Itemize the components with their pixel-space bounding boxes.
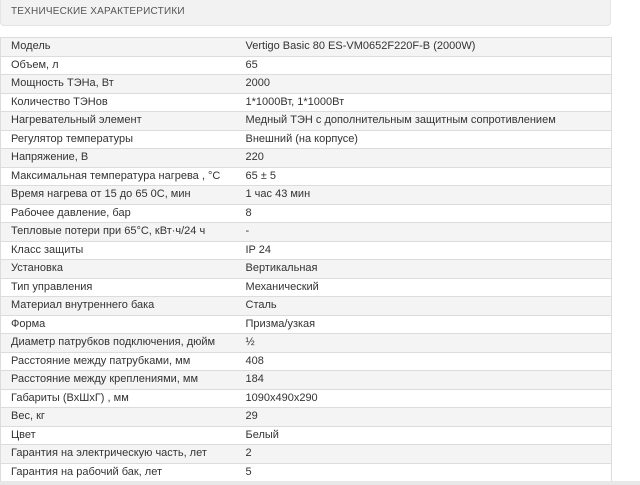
spec-name: Количество ТЭНов: [0, 92, 234, 112]
specifications-table: Модель Vertigo Basic 80 ES-VM0652F220F-B …: [0, 37, 612, 482]
spec-name: Время нагрева от 15 до 65 0С, мин: [0, 185, 234, 205]
spec-name: Расстояние между креплениями, мм: [0, 370, 234, 390]
spec-name: Установка: [0, 259, 234, 279]
spec-name: Модель: [0, 37, 234, 57]
spec-name: Расстояние между патрубками, мм: [0, 351, 234, 371]
spec-name: Нагревательный элемент: [0, 111, 234, 131]
spec-value: ½: [233, 333, 612, 353]
spec-value: Белый: [233, 425, 612, 445]
table-row: Тепловые потери при 65°C, кВт·ч/24 ч-: [0, 222, 612, 242]
specifications-body: Модель Vertigo Basic 80 ES-VM0652F220F-B …: [0, 37, 612, 482]
spec-value: IP 24: [233, 240, 612, 260]
table-row: Цвет Белый: [0, 425, 612, 445]
spec-name: Мощность ТЭНа, Вт: [0, 74, 234, 94]
table-row: Габариты (ВхШхГ) , мм 1090х490х290: [0, 388, 612, 408]
table-row: Диаметр патрубков подключения, дюйм ½: [0, 333, 612, 353]
bottom-border: [0, 481, 640, 485]
table-row: Рабочее давление, бар 8: [0, 203, 612, 223]
section-header: ТЕХНИЧЕСКИЕ ХАРАКТЕРИСТИКИ: [0, 0, 611, 26]
table-row: Объем, л 65: [0, 55, 612, 75]
spec-value: 2000: [233, 74, 612, 94]
spec-value: 220: [233, 148, 612, 168]
spec-name: Вес, кг: [0, 407, 234, 427]
table-row: Модель Vertigo Basic 80 ES-VM0652F220F-B …: [0, 37, 612, 57]
spec-value: Медный ТЭН с дополнительным защитным соп…: [233, 111, 612, 131]
table-row: Время нагрева от 15 до 65 0С, мин 1 час 4…: [0, 185, 612, 205]
table-row: Расстояние между патрубками, мм 408: [0, 351, 612, 371]
spec-value: Призма/узкая: [233, 314, 612, 334]
spec-value: Вертикальная: [233, 259, 612, 279]
table-row: Максимальная температура нагрева , °C 65 …: [0, 166, 612, 186]
spec-value: Механический: [233, 277, 612, 297]
section-title: ТЕХНИЧЕСКИЕ ХАРАКТЕРИСТИКИ: [11, 6, 185, 17]
table-row: Тип управления Механический: [0, 277, 612, 297]
spec-name: Гарантия на рабочий бак, лет: [0, 462, 234, 482]
spec-name: Диаметр патрубков подключения, дюйм: [0, 333, 234, 353]
table-row: Вес, кг 29: [0, 407, 612, 427]
table-row: Установка Вертикальная: [0, 259, 612, 279]
table-row: Нагревательный элемент Медный ТЭН с допол…: [0, 111, 612, 131]
table-row: Мощность ТЭНа, Вт 2000: [0, 74, 612, 94]
spec-value: 2: [233, 444, 612, 464]
table-row: Гарантия на рабочий бак, лет 5: [0, 462, 612, 482]
spec-value: 1090х490х290: [233, 388, 612, 408]
spec-name: Объем, л: [0, 55, 234, 75]
spec-name: Напряжение, В: [0, 148, 234, 168]
table-row: Форма Призма/узкая: [0, 314, 612, 334]
spec-value: 408: [233, 351, 612, 371]
spec-name: Тип управления: [0, 277, 234, 297]
spec-name: Класс защиты: [0, 240, 234, 260]
spec-value: 65: [233, 55, 612, 75]
spec-name: Материал внутреннего бака: [0, 296, 234, 316]
spec-name: Цвет: [0, 425, 234, 445]
table-row: Напряжение, В 220: [0, 148, 612, 168]
spec-value: 1 час 43 мин: [233, 185, 612, 205]
spec-name: Максимальная температура нагрева , °C: [0, 166, 234, 186]
spec-value: 184: [233, 370, 612, 390]
spec-name: Рабочее давление, бар: [0, 203, 234, 223]
table-row: Количество ТЭНов 1*1000Вт, 1*1000Вт: [0, 92, 612, 112]
spec-value: 65 ± 5: [233, 166, 612, 186]
table-row: Расстояние между креплениями, мм 184: [0, 370, 612, 390]
spec-value: 8: [233, 203, 612, 223]
table-row: Гарантия на электрическую часть, лет 2: [0, 444, 612, 464]
table-row: Класс защиты IP 24: [0, 240, 612, 260]
spec-value: 1*1000Вт, 1*1000Вт: [233, 92, 612, 112]
spec-value: Vertigo Basic 80 ES-VM0652F220F-B (2000W…: [233, 37, 612, 57]
spec-value: -: [233, 222, 612, 242]
spec-value: 29: [233, 407, 612, 427]
spec-name: Регулятор температуры: [0, 129, 234, 149]
spec-value: Внешний (на корпусе): [233, 129, 612, 149]
table-row: Регулятор температуры Внешний (на корпусе…: [0, 129, 612, 149]
spec-name: Габариты (ВхШхГ) , мм: [0, 388, 234, 408]
spec-name: Тепловые потери при 65°C, кВт·ч/24 ч: [0, 222, 234, 242]
spec-name: Форма: [0, 314, 234, 334]
spec-value: Сталь: [233, 296, 612, 316]
spec-name: Гарантия на электрическую часть, лет: [0, 444, 234, 464]
spec-value: 5: [233, 462, 612, 482]
table-row: Материал внутреннего бака Сталь: [0, 296, 612, 316]
